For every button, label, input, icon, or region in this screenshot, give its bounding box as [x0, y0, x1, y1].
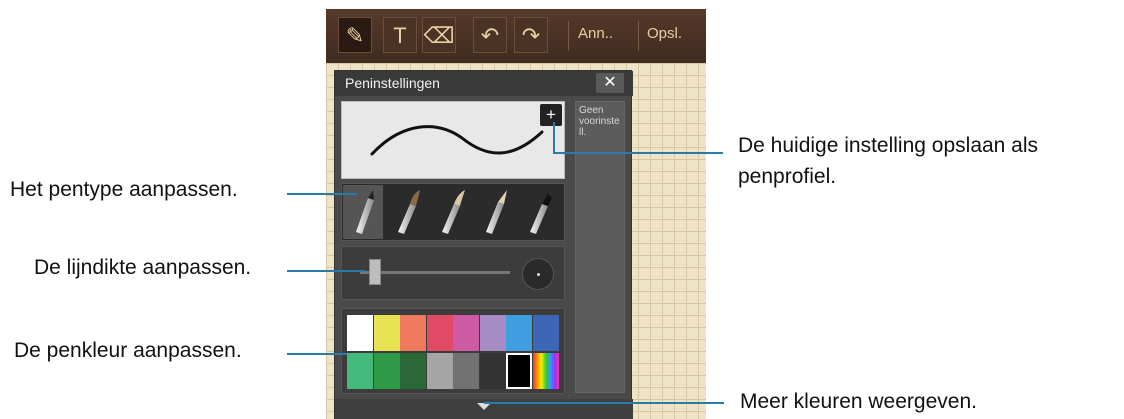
- callout-line-save-profile: [553, 152, 723, 154]
- marker-pen-icon[interactable]: [438, 190, 466, 234]
- callout-line-more-colors: [484, 402, 724, 404]
- color-swatch[interactable]: [400, 353, 426, 389]
- redo-button[interactable]: ↷: [514, 17, 548, 53]
- color-swatch[interactable]: [453, 315, 479, 351]
- toolbar-divider: [568, 21, 569, 51]
- color-swatch[interactable]: [400, 315, 426, 351]
- pen-icon: ✎: [345, 23, 365, 48]
- text-tool-button[interactable]: T: [383, 17, 417, 53]
- color-swatch[interactable]: [347, 353, 373, 389]
- thickness-preview: [522, 258, 554, 290]
- callout-line-pen-color: [287, 353, 347, 355]
- pen-type-selector: [341, 183, 565, 241]
- callout-line-thickness: [287, 270, 365, 272]
- brush-pen-icon[interactable]: [394, 190, 422, 234]
- calligraphy-pen-icon[interactable]: [526, 190, 554, 234]
- pen-tool-button[interactable]: ✎: [338, 17, 372, 53]
- close-icon: ✕: [603, 74, 617, 91]
- pen-stroke-preview: [341, 101, 565, 179]
- color-swatch[interactable]: [532, 353, 559, 389]
- color-swatch[interactable]: [426, 353, 453, 389]
- callout-pen-color: De penkleur aanpassen.: [14, 339, 242, 362]
- color-swatch[interactable]: [479, 353, 506, 389]
- save-button[interactable]: Opsl.: [647, 25, 682, 42]
- callout-save-profile-line2: penprofiel.: [738, 165, 837, 188]
- thickness-slider-handle[interactable]: [369, 259, 381, 285]
- thickness-dot: [537, 273, 540, 276]
- save-pen-preset-button[interactable]: +: [540, 104, 562, 126]
- undo-icon: ↶: [480, 23, 500, 48]
- color-swatch[interactable]: [479, 315, 506, 351]
- phone-screen: ✎ T ⌫ ↶ ↷ Ann.. Opsl. Peninstellingen ✕: [326, 9, 706, 419]
- cancel-button[interactable]: Ann..: [578, 25, 613, 42]
- pen-settings-panel: Peninstellingen ✕ + Geen voorinste ll.: [334, 70, 633, 419]
- panel-title: Peninstellingen: [345, 75, 440, 91]
- pen-preset-list[interactable]: Geen voorinste ll.: [575, 101, 625, 393]
- color-swatch[interactable]: [453, 353, 479, 389]
- color-swatch[interactable]: [506, 353, 532, 389]
- fountain-pen-icon[interactable]: [350, 190, 378, 234]
- callout-pen-type: Het pentype aanpassen.: [10, 178, 238, 201]
- color-swatch[interactable]: [373, 353, 400, 389]
- eraser-icon: ⌫: [423, 23, 455, 48]
- pencil-icon[interactable]: [482, 190, 510, 234]
- redo-icon: ↷: [521, 23, 541, 48]
- undo-button[interactable]: ↶: [473, 17, 507, 53]
- callout-more-colors: Meer kleuren weergeven.: [740, 390, 977, 413]
- color-swatch[interactable]: [373, 315, 400, 351]
- toolbar: ✎ T ⌫ ↶ ↷ Ann.. Opsl.: [326, 9, 706, 63]
- pen-color-palette: [341, 308, 565, 394]
- callout-thickness: De lijndikte aanpassen.: [34, 256, 252, 279]
- thickness-slider-track[interactable]: [360, 271, 510, 274]
- chevron-down-icon[interactable]: [477, 403, 491, 410]
- callout-connector-save-profile: [553, 122, 555, 154]
- close-button[interactable]: ✕: [596, 73, 624, 93]
- eraser-tool-button[interactable]: ⌫: [422, 17, 456, 53]
- preset-empty-label: Geen voorinste ll.: [579, 105, 620, 138]
- line-thickness-control: [341, 246, 565, 300]
- panel-header: Peninstellingen ✕: [335, 71, 633, 96]
- color-swatch[interactable]: [426, 315, 453, 351]
- text-icon: T: [393, 23, 407, 48]
- color-swatch[interactable]: [506, 315, 532, 351]
- callout-save-profile-line1: De huidige instelling opslaan als: [738, 134, 1039, 157]
- color-swatch[interactable]: [347, 315, 373, 351]
- callout-line-pen-type: [287, 193, 357, 195]
- color-swatch[interactable]: [532, 315, 559, 351]
- stroke-preview-wave: [370, 125, 544, 156]
- toolbar-divider: [638, 21, 639, 51]
